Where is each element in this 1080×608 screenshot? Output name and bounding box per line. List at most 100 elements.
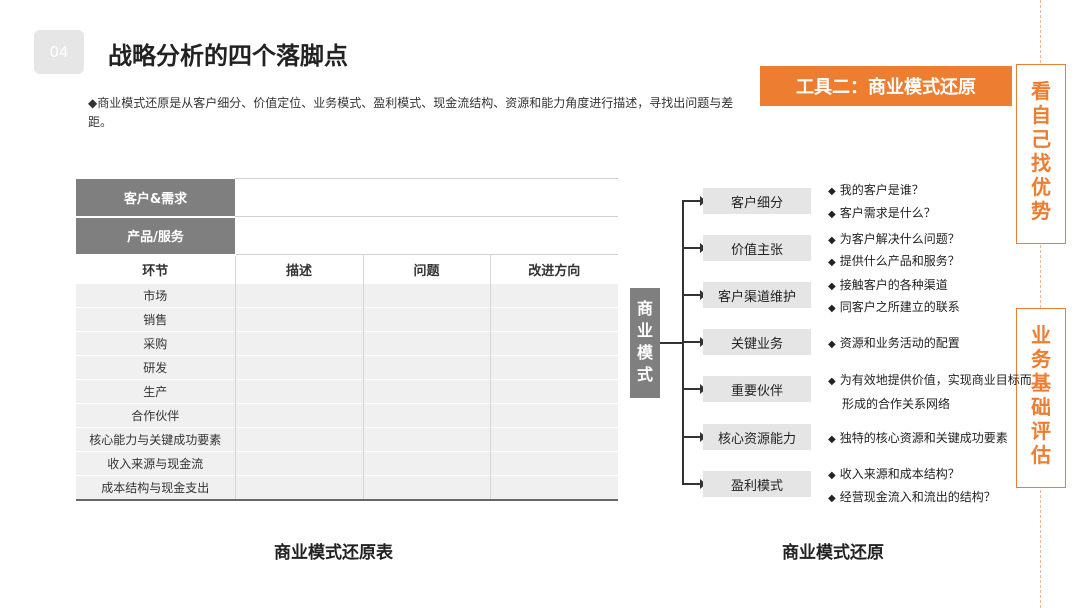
diagram-node: 价值主张 <box>703 235 811 261</box>
table-row: 合作伙伴 <box>76 403 618 428</box>
intro-text: ◆商业模式还原是从客户细分、价值定位、业务模式、盈利模式、现金流结构、资源和能力… <box>88 96 734 129</box>
row-label: 合作伙伴 <box>76 403 236 428</box>
table-header-row: 环节 描述 问题 改进方向 <box>76 254 618 284</box>
row-label: 生产 <box>76 379 236 404</box>
arrow-right-icon <box>682 196 706 206</box>
node-question: ◆ 为客户解决什么问题？ <box>828 232 960 246</box>
diamond-bullet-icon: ◆ <box>828 281 836 292</box>
diamond-bullet-icon: ◆ <box>828 493 836 504</box>
table-cell <box>363 355 491 380</box>
diamond-bullet-icon: ◆ <box>828 470 836 481</box>
section-number-badge: 04 <box>34 30 84 74</box>
diagram-center-box: 商 业 模 式 <box>630 288 660 398</box>
table-row: 核心能力与关键成功要素 <box>76 427 618 452</box>
table-row: 研发 <box>76 355 618 380</box>
table-cell <box>235 355 364 380</box>
table-cell <box>235 331 364 356</box>
arrow-right-icon <box>682 384 706 394</box>
connector-line <box>660 342 682 344</box>
table-row: 销售 <box>76 307 618 332</box>
table-cell <box>490 451 618 476</box>
table-cell <box>490 331 618 356</box>
table-cell <box>490 283 618 308</box>
arrow-right-icon <box>682 290 706 300</box>
row-label: 收入来源与现金流 <box>76 451 236 476</box>
node-question: ◆ 独特的核心资源和关键成功要素 <box>828 431 1008 445</box>
node-question: ◆ 客户需求是什么？ <box>828 206 936 220</box>
table-cell <box>363 403 491 428</box>
tool-banner: 工具二：商业模式还原 <box>760 66 1012 106</box>
table-cell <box>490 403 618 428</box>
table-cell <box>490 355 618 380</box>
diamond-bullet-icon: ◆ <box>828 209 836 220</box>
table-cell <box>363 427 491 452</box>
table-top-row: 客户&需求 <box>76 178 618 218</box>
table-cell <box>235 379 364 404</box>
table-cell <box>363 451 491 476</box>
side-label-strengths: 看 自 己 找 优 势 <box>1016 64 1066 244</box>
table-cell <box>490 307 618 332</box>
arrow-right-icon <box>682 432 706 442</box>
diamond-bullet-icon: ◆ <box>828 303 836 314</box>
column-header: 环节 <box>76 254 236 284</box>
diagram-node: 核心资源能力 <box>703 424 811 450</box>
row-label: 采购 <box>76 331 236 356</box>
table-top-cell <box>235 178 618 217</box>
table-cell <box>363 475 491 501</box>
diagram-node: 盈利模式 <box>703 471 811 497</box>
column-header: 描述 <box>235 254 364 284</box>
node-question: ◆ 收入来源和成本结构？ <box>828 467 960 481</box>
table-cell <box>235 475 364 501</box>
table-top-label: 产品/服务 <box>76 216 235 256</box>
table-cell <box>235 427 364 452</box>
business-model-table: 客户&需求 产品/服务 环节 描述 问题 改进方向 市场 销售 采购 研发 生产… <box>76 178 618 501</box>
table-top-label: 客户&需求 <box>76 178 235 218</box>
diagram-node: 客户渠道维护 <box>703 282 811 308</box>
table-top-cell <box>235 216 618 255</box>
column-header: 问题 <box>363 254 491 284</box>
diamond-bullet-icon: ◆ <box>828 376 836 387</box>
table-row: 生产 <box>76 379 618 404</box>
table-cell <box>235 403 364 428</box>
table-top-row: 产品/服务 <box>76 216 618 256</box>
arrow-right-icon <box>682 337 706 347</box>
column-header: 改进方向 <box>490 254 618 284</box>
table-cell <box>363 307 491 332</box>
node-question: ◆ 接触客户的各种渠道 <box>828 278 948 292</box>
table-cell <box>235 451 364 476</box>
table-caption: 商业模式还原表 <box>274 543 393 563</box>
diamond-bullet-icon: ◆ <box>828 339 836 350</box>
diamond-bullet-icon: ◆ <box>828 257 836 268</box>
table-cell <box>363 379 491 404</box>
page-title: 战略分析的四个落脚点 <box>108 42 348 70</box>
node-question: ◆ 提供什么产品和服务？ <box>828 254 960 268</box>
row-label: 成本结构与现金支出 <box>76 475 236 501</box>
diagram-node: 重要伙伴 <box>703 376 811 402</box>
arrow-right-icon <box>682 243 706 253</box>
row-label: 核心能力与关键成功要素 <box>76 427 236 452</box>
table-row: 成本结构与现金支出 <box>76 475 618 501</box>
node-question: ◆ 经营现金流入和流出的结构？ <box>828 490 996 504</box>
node-question: ◆ 为有效地提供价值，实现商业目标而形成的合作关系网络 <box>828 373 1032 411</box>
node-question: ◆ 同客户之所建立的联系 <box>828 300 960 314</box>
node-question: ◆ 我的客户是谁？ <box>828 183 924 197</box>
table-cell <box>363 331 491 356</box>
table-cell <box>235 283 364 308</box>
diagram-caption: 商业模式还原 <box>782 543 884 563</box>
diamond-bullet-icon: ◆ <box>828 186 836 197</box>
table-row: 市场 <box>76 283 618 308</box>
diagram-node: 关键业务 <box>703 329 811 355</box>
table-cell <box>235 307 364 332</box>
diagram-node: 客户细分 <box>703 188 811 214</box>
row-label: 销售 <box>76 307 236 332</box>
diamond-bullet-icon: ◆ <box>828 434 836 445</box>
arrow-right-icon <box>682 479 706 489</box>
table-row: 收入来源与现金流 <box>76 451 618 476</box>
table-cell <box>490 475 618 501</box>
node-question: ◆ 资源和业务活动的配置 <box>828 336 960 350</box>
table-cell <box>490 379 618 404</box>
row-label: 研发 <box>76 355 236 380</box>
diamond-bullet-icon: ◆ <box>828 235 836 246</box>
row-label: 市场 <box>76 283 236 308</box>
table-cell <box>363 283 491 308</box>
